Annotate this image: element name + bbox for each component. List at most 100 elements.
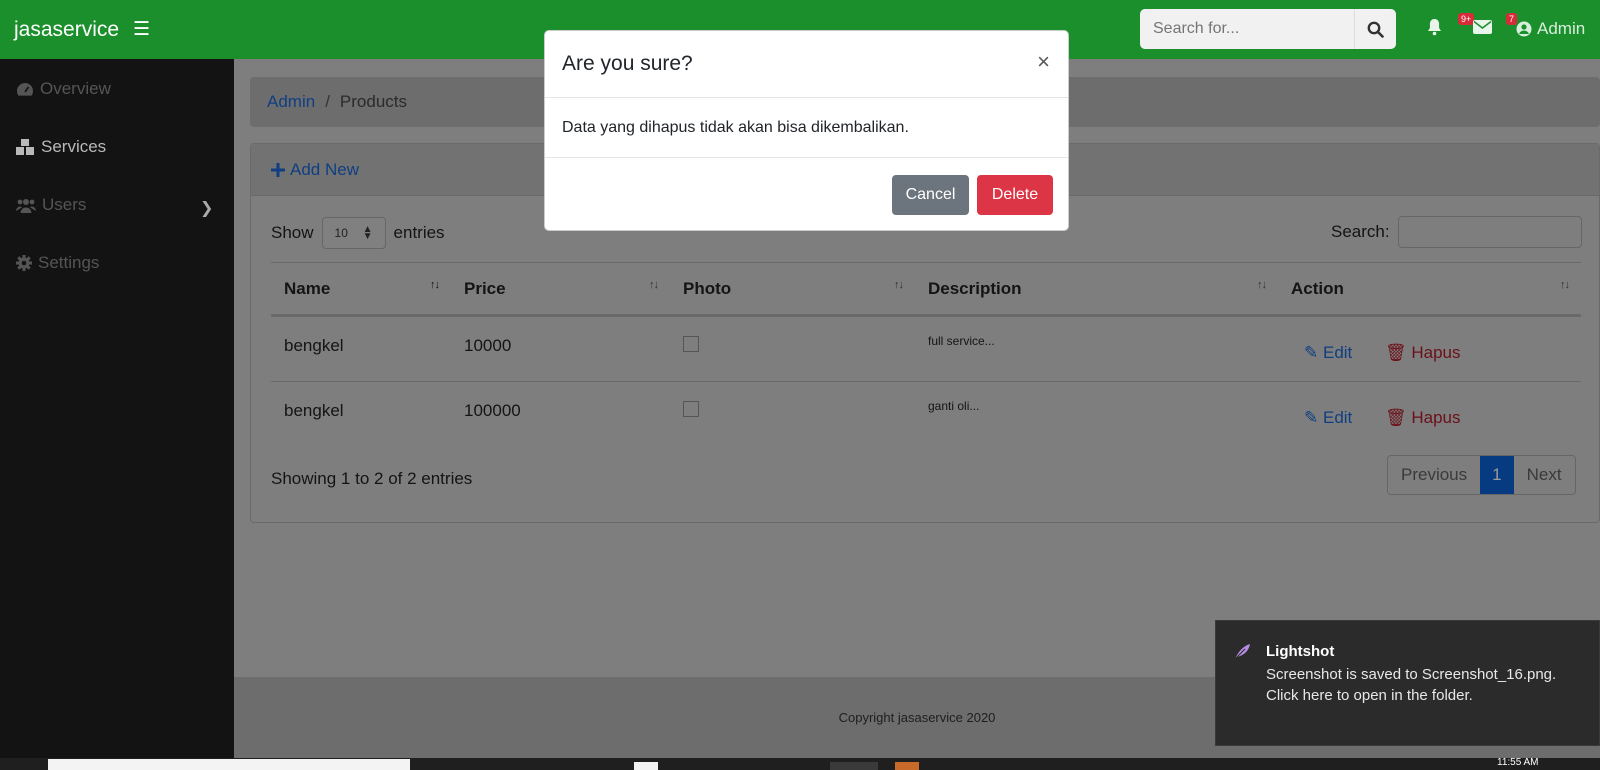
taskbar-app-icon[interactable]: [830, 762, 878, 770]
select-caret-icon: ▲ ▼: [362, 224, 373, 242]
column-header-name[interactable]: Name ↑↓: [271, 262, 451, 317]
delete-button[interactable]: Delete: [977, 175, 1053, 215]
table-info: Showing 1 to 2 of 2 entries: [271, 469, 473, 488]
trash-icon: 🗑: [1385, 343, 1407, 362]
page-length-control: Show 10 ▲ ▼ entries: [271, 217, 445, 249]
show-label: Show: [271, 223, 314, 242]
add-new-link[interactable]: Add New: [271, 160, 359, 180]
cell-description: full service...: [915, 315, 1278, 382]
brand-title[interactable]: jasaservice: [14, 18, 119, 42]
sidebar-item-label: Users: [42, 195, 87, 214]
user-circle-icon: [1516, 21, 1532, 37]
edit-label: Edit: [1322, 408, 1353, 427]
column-header-description[interactable]: Description ↑↓: [915, 262, 1278, 317]
pagination-page[interactable]: 1: [1480, 456, 1514, 494]
pagination-next[interactable]: Next: [1514, 456, 1575, 494]
menu-toggle-icon[interactable]: ☰: [133, 20, 150, 39]
user-menu[interactable]: Admin: [1516, 19, 1585, 39]
search-icon: [1367, 21, 1384, 38]
column-header-price[interactable]: Price ↑↓: [451, 262, 670, 317]
alerts-button[interactable]: 9+: [1426, 13, 1475, 41]
sidebar-item-label: Overview: [40, 79, 111, 98]
table-row: bengkel 10000 full service... ✎ Edit 🗑 H…: [271, 315, 1581, 382]
column-header-action[interactable]: Action ↑↓: [1278, 262, 1581, 317]
edit-icon: ✎: [1304, 343, 1319, 362]
broken-image-icon: [683, 401, 699, 417]
user-name: Admin: [1537, 19, 1586, 38]
delete-label: Hapus: [1411, 408, 1461, 427]
messages-button[interactable]: 7: [1473, 13, 1518, 39]
column-header-photo[interactable]: Photo ↑↓: [670, 262, 915, 317]
cell-name: bengkel: [284, 401, 344, 420]
modal-body: Data yang dihapus tidak akan bisa dikemb…: [545, 98, 1068, 158]
search-input[interactable]: [1140, 9, 1354, 49]
sidebar-item-settings[interactable]: Settings: [16, 253, 99, 273]
edit-icon: ✎: [1304, 408, 1319, 427]
modal-header: Are you sure? ×: [545, 31, 1068, 98]
page-length-select[interactable]: 10 ▲ ▼: [321, 217, 386, 249]
cancel-button[interactable]: Cancel: [892, 175, 969, 215]
table-search-input[interactable]: [1397, 216, 1582, 248]
cog-icon: [16, 255, 32, 271]
table-row: bengkel 100000 ganti oli... ✎ Edit 🗑 Hap…: [271, 382, 1581, 448]
taskbar-app-icon[interactable]: [634, 762, 658, 770]
cell-action: ✎ Edit 🗑 Hapus: [1278, 382, 1581, 448]
sidebar-item-label: Services: [41, 137, 107, 156]
products-table: Name ↑↓ Price ↑↓ Photo ↑↓ Description ↑↓ Act…: [271, 262, 1581, 448]
table-header-row: Name ↑↓ Price ↑↓ Photo ↑↓ Description ↑↓ Act…: [271, 262, 1581, 317]
cell-action: ✎ Edit 🗑 Hapus: [1278, 315, 1581, 382]
edit-button[interactable]: ✎ Edit: [1304, 343, 1352, 362]
delete-button[interactable]: 🗑 Hapus: [1385, 408, 1460, 427]
column-header-label: Action: [1291, 278, 1344, 298]
chevron-right-icon: ❯: [200, 200, 214, 217]
taskbar-clock: 11:55 AM: [1497, 757, 1539, 768]
sidebar: Overview Services ❯ Users Settings: [0, 59, 234, 770]
table-search: Search:: [1331, 216, 1582, 248]
taskbar-app-icon[interactable]: [895, 762, 919, 770]
delete-button[interactable]: 🗑 Hapus: [1385, 343, 1460, 362]
trash-icon: 🗑: [1385, 408, 1407, 427]
confirm-delete-modal: Are you sure? × Data yang dihapus tidak …: [544, 30, 1069, 231]
cubes-icon: [16, 139, 34, 155]
taskbar-search-box[interactable]: [48, 759, 410, 770]
sidebar-item-users[interactable]: Users: [16, 195, 86, 215]
close-icon[interactable]: ×: [1037, 49, 1050, 75]
notification-message: Screenshot is saved to Screenshot_16.png…: [1266, 666, 1557, 704]
tachometer-icon: [17, 83, 34, 96]
breadcrumb-current: Products: [339, 92, 408, 111]
sidebar-item-services[interactable]: Services: [16, 137, 106, 157]
table-search-label: Search:: [1331, 222, 1390, 241]
sort-asc-icon: ↑↓: [430, 279, 440, 291]
column-header-label: Description: [928, 278, 1022, 298]
cell-photo: [670, 315, 915, 382]
search-button[interactable]: [1354, 9, 1396, 49]
edit-button[interactable]: ✎ Edit: [1304, 408, 1352, 427]
breadcrumb-admin-link[interactable]: Admin: [267, 92, 315, 112]
sort-icon: ↑↓: [1560, 279, 1570, 291]
cell-price: 100000: [464, 401, 521, 420]
notification-title: Lightshot: [1266, 643, 1335, 660]
alerts-badge: 9+: [1458, 13, 1475, 25]
sidebar-item-overview[interactable]: Overview: [16, 79, 111, 99]
sort-icon: ↑↓: [1257, 279, 1267, 291]
bell-icon: [1428, 19, 1441, 36]
lightshot-notification[interactable]: Lightshot Screenshot is saved to Screens…: [1215, 620, 1600, 746]
breadcrumb-separator: /: [325, 92, 330, 111]
delete-label: Hapus: [1411, 343, 1461, 362]
column-header-label: Name: [284, 278, 331, 298]
sort-icon: ↑↓: [894, 279, 904, 291]
modal-message: Data yang dihapus tidak akan bisa dikemb…: [562, 118, 909, 136]
lightshot-feather-icon: [1234, 644, 1250, 660]
pagination-previous[interactable]: Previous: [1388, 456, 1480, 494]
edit-label: Edit: [1322, 343, 1353, 362]
navbar-search: [1140, 9, 1396, 49]
broken-image-icon: [683, 336, 699, 352]
plus-icon: [271, 162, 285, 177]
cell-description: ganti oli...: [928, 399, 980, 413]
pagination: Previous 1 Next: [1387, 455, 1576, 495]
sort-icon: ↑↓: [649, 279, 659, 291]
modal-title: Are you sure?: [562, 52, 693, 75]
page-length-value: 10: [334, 226, 348, 240]
envelope-icon: [1473, 20, 1492, 34]
entries-label: entries: [393, 223, 445, 242]
